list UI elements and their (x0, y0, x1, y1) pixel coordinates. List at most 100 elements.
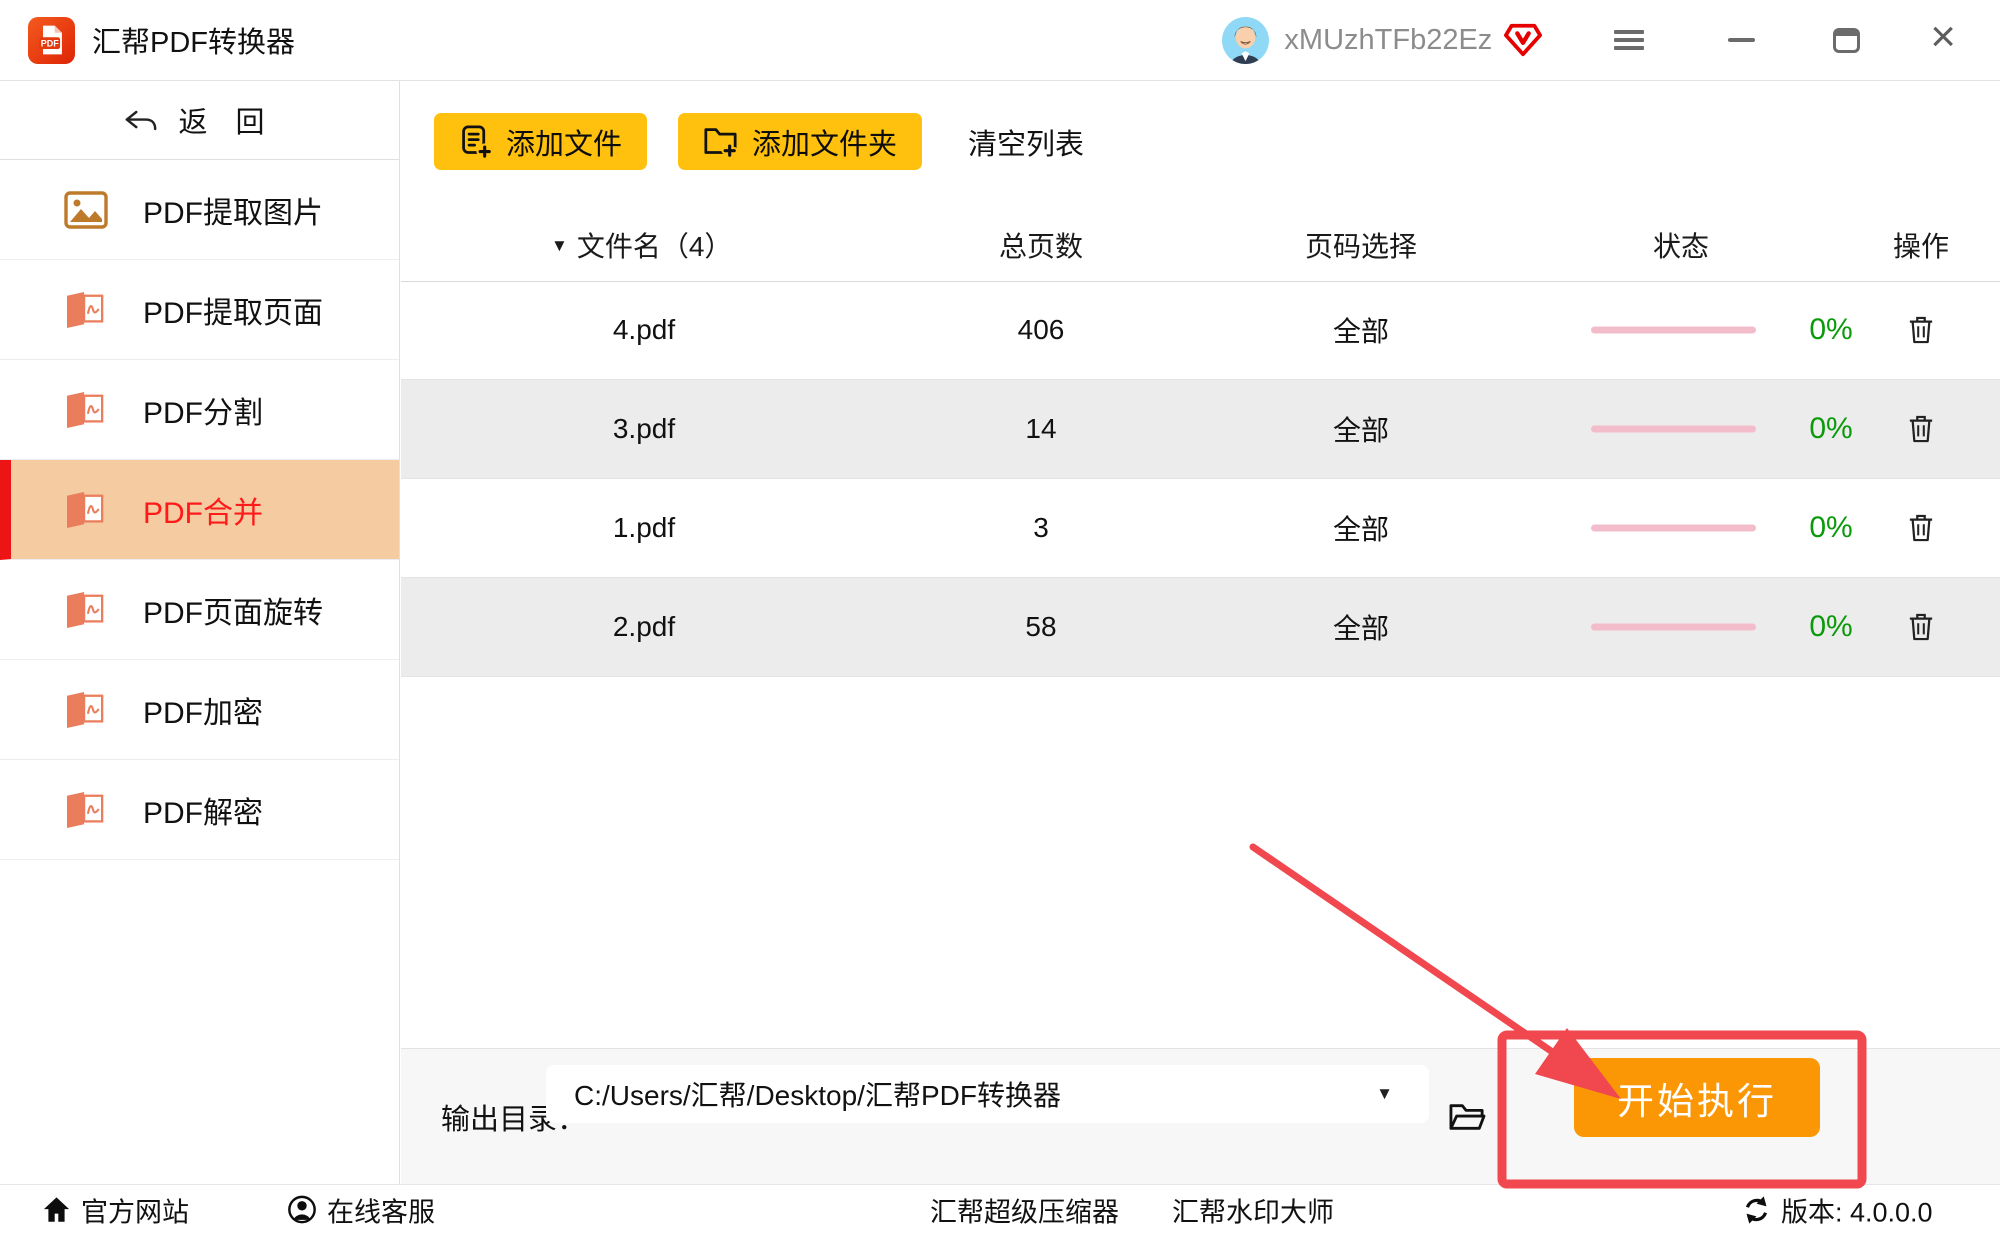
delete-row-button[interactable] (1895, 612, 1947, 642)
progress-percent: 0% (1786, 412, 1876, 446)
start-execute-button[interactable]: 开始执行 (1574, 1058, 1820, 1137)
delete-row-button[interactable] (1895, 513, 1947, 543)
page-range[interactable]: 全部 (1261, 310, 1461, 350)
sidebar-item-label: PDF解密 (143, 788, 263, 832)
app-window: PDF 汇帮PDF转换器 xMUzhTFb22Ez (0, 0, 2000, 1234)
back-button[interactable]: 返 回 (0, 81, 399, 160)
maximize-button[interactable] (1833, 28, 1860, 53)
add-file-button[interactable]: 添加文件 (434, 113, 647, 170)
trash-icon (1908, 612, 1934, 642)
refresh-icon (1742, 1195, 1771, 1224)
minimize-button[interactable] (1728, 38, 1755, 42)
trash-icon (1908, 315, 1934, 345)
add-folder-icon (703, 125, 738, 158)
progress-bar (1591, 327, 1756, 334)
progress-bar (1591, 426, 1756, 433)
table-body: 4.pdf 406 全部 0% 3.pdf 14 全部 (401, 281, 2000, 677)
pdf-page-icon (62, 491, 110, 529)
column-header-status: 状态 (1581, 225, 1781, 265)
progress-percent: 0% (1786, 313, 1876, 347)
browse-folder-button[interactable] (1447, 1100, 1487, 1134)
titlebar: PDF 汇帮PDF转换器 xMUzhTFb22Ez (0, 0, 2000, 81)
table-row[interactable]: 4.pdf 406 全部 0% (401, 281, 2000, 380)
pdf-page-icon (62, 791, 110, 829)
progress-bar (1591, 525, 1756, 532)
vip-badge-icon[interactable] (1504, 21, 1542, 59)
titlebar-right: xMUzhTFb22Ez × (1222, 17, 2000, 64)
app-logo-icon: PDF (28, 17, 75, 64)
watermark-product-link[interactable]: 汇帮水印大师 (1172, 1190, 1334, 1229)
hamburger-menu-icon[interactable] (1614, 30, 1644, 34)
column-header-pages: 总页数 (961, 225, 1121, 265)
image-icon (62, 191, 110, 229)
logo-pdf-text: PDF (40, 38, 59, 48)
app-title: 汇帮PDF转换器 (92, 19, 295, 61)
version-text: 版本: 4.0.0.0 (1781, 1190, 1933, 1229)
file-name: 3.pdf (544, 413, 744, 445)
sidebar-item-label: PDF提取页面 (143, 288, 323, 332)
person-icon (287, 1195, 317, 1225)
main-content: 添加文件 添加文件夹 清空列表 ▼ 文件名（4） 总页数 页码选择 状态 操作 (401, 81, 2000, 1048)
column-header-filename[interactable]: ▼ 文件名（4） (551, 225, 732, 265)
home-icon (42, 1196, 71, 1223)
add-file-icon (459, 125, 492, 158)
sidebar-item-pdf-decrypt[interactable]: PDF解密 (0, 760, 399, 860)
sidebar-item-pdf-merge[interactable]: PDF合并 (0, 460, 399, 560)
official-website-link[interactable]: 官方网站 (42, 1190, 189, 1229)
trash-icon (1908, 513, 1934, 543)
page-count: 406 (941, 314, 1141, 346)
close-button[interactable]: × (1930, 15, 1956, 59)
sidebar-item-pdf-encrypt[interactable]: PDF加密 (0, 660, 399, 760)
page-count: 3 (941, 512, 1141, 544)
table-header: ▼ 文件名（4） 总页数 页码选择 状态 操作 (401, 209, 2000, 282)
pdf-page-icon (62, 691, 110, 729)
back-label: 返 回 (178, 99, 274, 141)
toolbar: 添加文件 添加文件夹 清空列表 (434, 113, 1084, 170)
add-folder-button[interactable]: 添加文件夹 (678, 113, 922, 170)
file-name: 1.pdf (544, 512, 744, 544)
sidebar-item-label: PDF提取图片 (143, 188, 323, 232)
progress-percent: 0% (1786, 610, 1876, 644)
footer: 官方网站 在线客服 汇帮超级压缩器 汇帮水印大师 版本: 4.0.0.0 (0, 1184, 2000, 1234)
pdf-page-icon (62, 291, 110, 329)
progress-percent: 0% (1786, 511, 1876, 545)
sidebar-item-label: PDF加密 (143, 688, 263, 732)
sidebar-item-label: PDF合并 (143, 488, 263, 532)
page-range[interactable]: 全部 (1261, 508, 1461, 548)
table-row[interactable]: 3.pdf 14 全部 0% (401, 380, 2000, 479)
delete-row-button[interactable] (1895, 315, 1947, 345)
user-avatar[interactable] (1222, 17, 1269, 64)
output-path-dropdown[interactable]: C:/Users/汇帮/Desktop/汇帮PDF转换器 ▼ (546, 1065, 1429, 1123)
table-row[interactable]: 2.pdf 58 全部 0% (401, 578, 2000, 677)
compressor-product-link[interactable]: 汇帮超级压缩器 (930, 1190, 1119, 1229)
online-support-link[interactable]: 在线客服 (287, 1190, 435, 1229)
pdf-page-icon (62, 391, 110, 429)
clear-list-button[interactable]: 清空列表 (968, 121, 1084, 163)
sidebar-item-pdf-extract-page[interactable]: PDF提取页面 (0, 260, 399, 360)
page-range[interactable]: 全部 (1261, 607, 1461, 647)
table-row[interactable]: 1.pdf 3 全部 0% (401, 479, 2000, 578)
page-range[interactable]: 全部 (1261, 409, 1461, 449)
output-path-value: C:/Users/汇帮/Desktop/汇帮PDF转换器 (574, 1074, 1061, 1114)
delete-row-button[interactable] (1895, 414, 1947, 444)
file-name: 4.pdf (544, 314, 744, 346)
column-header-actions: 操作 (1841, 225, 2000, 265)
sidebar-item-pdf-rotate[interactable]: PDF页面旋转 (0, 560, 399, 660)
file-name: 2.pdf (544, 611, 744, 643)
chevron-down-icon[interactable]: ▼ (1376, 1084, 1393, 1104)
add-folder-label: 添加文件夹 (752, 121, 897, 163)
open-folder-icon (1447, 1100, 1487, 1134)
add-file-label: 添加文件 (506, 121, 622, 163)
back-arrow-icon (124, 110, 158, 131)
progress-bar (1591, 624, 1756, 631)
sidebar: 返 回 PDF提取图片 PDF提取页面 (0, 81, 400, 1185)
pdf-page-icon (62, 591, 110, 629)
sidebar-item-pdf-extract-image[interactable]: PDF提取图片 (0, 160, 399, 260)
sidebar-item-pdf-split[interactable]: PDF分割 (0, 360, 399, 460)
column-header-page-range: 页码选择 (1261, 225, 1461, 265)
output-bar: 输出目录： C:/Users/汇帮/Desktop/汇帮PDF转换器 ▼ 开始执… (401, 1048, 2000, 1185)
version-info: 版本: 4.0.0.0 (1742, 1190, 1933, 1229)
sort-descending-icon: ▼ (551, 237, 568, 254)
username: xMUzhTFb22Ez (1284, 24, 1492, 57)
trash-icon (1908, 414, 1934, 444)
